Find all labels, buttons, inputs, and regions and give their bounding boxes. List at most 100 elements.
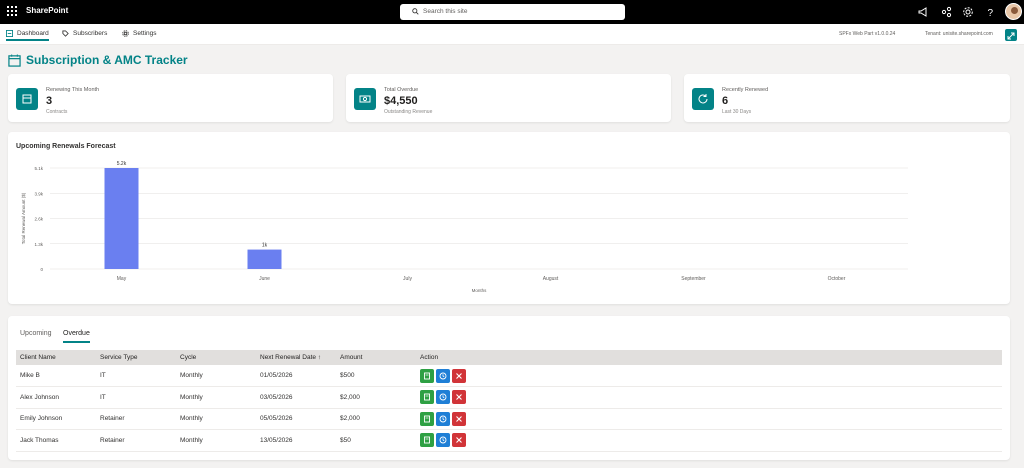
y-tick-label: 2.6k [34,217,43,222]
app-launcher-icon[interactable] [7,6,17,16]
cell-actions [416,386,1002,409]
cell-amount: $2,000 [336,408,416,430]
cell-service: IT [96,386,176,409]
history-button[interactable] [436,433,450,448]
x-tick-label: August [543,276,559,282]
calendar-icon [16,88,38,110]
kpi-value: $4,550 [384,95,418,107]
cell-cycle: Monthly [176,429,256,452]
close-icon [456,372,462,379]
tag-icon [62,30,69,37]
clock-icon [439,393,447,401]
tenant-label: Tenant: unisite.sharepoint.com [925,31,993,37]
kpi-card-renewing: Renewing This Month 3 Contracts [8,74,333,122]
cell-amount: $50 [336,429,416,452]
kpi-subtext: Contracts [46,109,68,115]
x-tick-label: September [681,276,706,282]
cell-date: 01/05/2026 [256,365,336,387]
gear-icon[interactable] [962,6,974,18]
cell-client: Alex Johnson [16,386,96,409]
kpi-card-renewed: Recently Renewed 6 Last 30 Days [684,74,1010,122]
refresh-icon [692,88,714,110]
cell-cycle: Monthly [176,408,256,430]
tab-settings[interactable]: Settings [122,30,157,37]
cell-client: Mike B [16,365,96,387]
y-axis-label: Total Renewal Amount ($) [21,192,26,244]
history-button[interactable] [436,411,450,426]
kpi-card-overdue: Total Overdue $4,550 Outstanding Revenue [346,74,671,122]
renew-button[interactable] [420,411,434,426]
search-input[interactable]: Search this site [423,8,467,15]
cell-actions [416,429,1002,452]
history-button[interactable] [436,390,450,405]
column-header-service[interactable]: Service Type [96,350,176,365]
bar-june [247,249,282,269]
renew-button[interactable] [420,368,434,383]
cell-client: Jack Thomas [16,429,96,452]
history-button[interactable] [436,368,450,383]
cell-amount: $2,000 [336,386,416,409]
kpi-value: 6 [722,95,729,107]
tab-upcoming[interactable]: Upcoming [20,330,52,337]
clipboard-icon [424,372,430,379]
cell-date: 05/05/2026 [256,408,336,430]
table-row: Alex Johnson IT Monthly 03/05/2026 $2,000 [16,386,1002,409]
tab-label: Settings [133,30,157,37]
cell-amount: $500 [336,365,416,387]
gear-icon [122,30,129,37]
svg-text:?: ? [988,8,994,18]
kpi-subtext: Outstanding Revenue [384,109,433,115]
kpi-label: Recently Renewed [722,87,769,93]
y-tick-label: 0 [40,267,43,272]
renewals-table-card: Upcoming Overdue Client Name Service Typ… [8,316,1010,460]
page-title: Subscription & AMC Tracker [8,53,188,67]
y-tick-label: 5.1k [34,166,43,171]
bar-may [104,168,139,269]
page-title-text: Subscription & AMC Tracker [26,53,188,67]
cell-cycle: Monthly [176,386,256,409]
delete-button[interactable] [452,368,466,383]
column-header-date[interactable]: Next Renewal Date ↑ [256,350,336,365]
renew-button[interactable] [420,390,434,405]
table-header-row: Client Name Service Type Cycle Next Rene… [16,350,1002,365]
renew-button[interactable] [420,433,434,448]
column-header-amount[interactable]: Amount [336,350,416,365]
app-brand[interactable]: SharePoint [26,6,68,15]
search-box[interactable]: Search this site [400,4,625,20]
table-row: Emily Johnson Retainer Monthly 05/05/2026 $2… [16,408,1002,430]
money-icon [354,88,376,110]
x-axis-label: Months [472,288,488,293]
column-header-action: Action [416,350,1002,365]
help-icon[interactable]: ? [984,6,996,18]
delete-button[interactable] [452,411,466,426]
app-nav: Dashboard Subscribers Settings SPFx Web … [0,24,1024,45]
tab-overdue[interactable]: Overdue [63,330,90,343]
x-tick-label: May [117,276,127,282]
column-header-client[interactable]: Client Name [16,350,96,365]
tab-subscribers[interactable]: Subscribers [62,30,107,37]
clock-icon [439,436,447,444]
avatar[interactable] [1005,3,1022,20]
cell-service: Retainer [96,429,176,452]
clipboard-icon [424,393,430,401]
x-tick-label: July [403,276,412,282]
cell-service: Retainer [96,408,176,430]
tab-dashboard[interactable]: Dashboard [6,30,49,41]
table-row: Mike B IT Monthly 01/05/2026 $500 [16,365,1002,387]
y-tick-label: 1.3k [34,242,43,247]
clipboard-icon [424,415,430,423]
delete-button[interactable] [452,390,466,405]
expand-icon [1007,32,1015,40]
x-tick-label: June [259,276,270,282]
renewals-forecast-card: Upcoming Renewals Forecast 0 1.3k 2.6k 3.9k… [8,132,1010,304]
cell-cycle: Monthly [176,365,256,387]
megaphone-icon[interactable] [917,6,929,18]
cell-actions [416,365,1002,387]
tab-label: Subscribers [73,30,108,37]
column-header-cycle[interactable]: Cycle [176,350,256,365]
share-icon[interactable] [940,6,952,18]
kpi-value: 3 [46,95,53,107]
close-icon [456,437,462,444]
expand-button[interactable] [1005,29,1017,41]
delete-button[interactable] [452,433,466,448]
